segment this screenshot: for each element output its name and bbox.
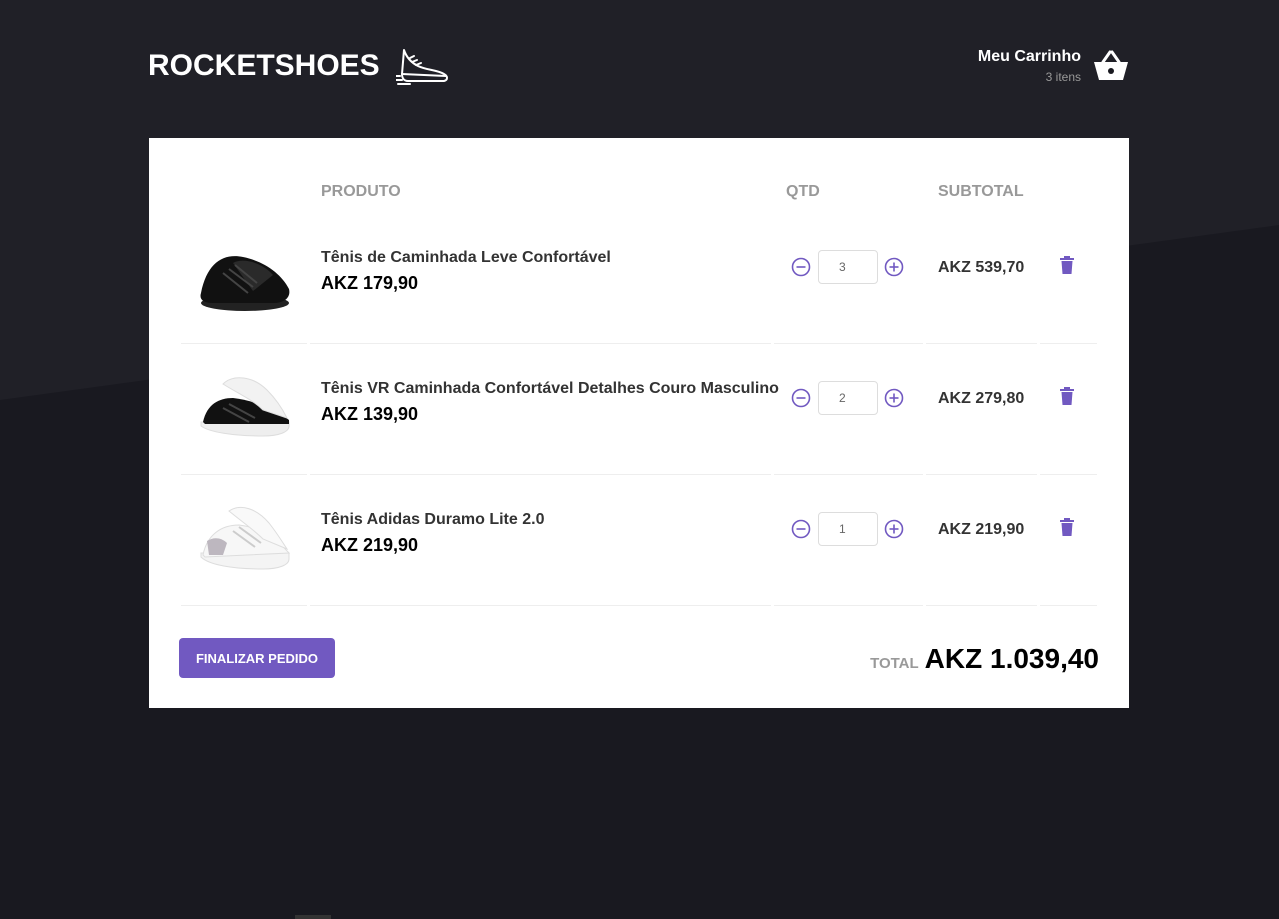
product-price: AKZ 139,90 [321, 404, 419, 424]
cart-count: 3 itens [1045, 70, 1081, 84]
quantity-input[interactable] [818, 381, 878, 415]
order-total: TOTAL AKZ 1.039,40 [870, 643, 1099, 675]
product-title: Tênis Adidas Duramo Lite 2.0 [321, 511, 545, 528]
logo[interactable]: ROCKETSHOES [148, 46, 450, 86]
cart-panel: PRODUTO QTD SUBTOTAL Tênis de Caminhada … [149, 138, 1129, 708]
increase-qty-icon[interactable] [884, 257, 904, 277]
product-price: AKZ 179,90 [321, 273, 419, 293]
cart-link[interactable]: Meu Carrinho 3 itens [978, 48, 1129, 84]
header-product: PRODUTO [321, 183, 401, 200]
header: ROCKETSHOES Meu Carrinho 3 itens [148, 40, 1129, 100]
cart-title: Meu Carrinho [977, 48, 1081, 65]
decrease-qty-icon[interactable] [791, 257, 811, 277]
total-value: AKZ 1.039,40 [924, 643, 1099, 674]
quantity-input[interactable] [818, 512, 878, 546]
delete-icon[interactable] [1059, 517, 1075, 537]
product-image [200, 256, 290, 311]
item-subtotal: AKZ 219,90 [938, 521, 1025, 538]
header-subtotal: SUBTOTAL [938, 183, 1024, 200]
product-image [200, 507, 291, 570]
scroll-indicator [295, 915, 331, 919]
basket-icon [1094, 50, 1128, 80]
increase-qty-icon[interactable] [884, 388, 904, 408]
table-row: Tênis VR Caminhada Confortável Detalhes … [181, 344, 1097, 475]
delete-icon[interactable] [1059, 386, 1075, 406]
increase-qty-icon[interactable] [884, 519, 904, 539]
product-image [200, 377, 290, 437]
table-row: Tênis Adidas Duramo Lite 2.0 AKZ 219,90 … [181, 475, 1097, 606]
header-qty: QTD [786, 183, 820, 200]
decrease-qty-icon[interactable] [791, 519, 811, 539]
table-row: Tênis de Caminhada Leve Confortável AKZ … [181, 213, 1097, 344]
item-subtotal: AKZ 539,70 [938, 259, 1025, 276]
item-subtotal: AKZ 279,80 [938, 390, 1025, 407]
quantity-input[interactable] [818, 250, 878, 284]
brand-name: ROCKETSHOES [148, 49, 380, 82]
product-title: Tênis de Caminhada Leve Confortável [321, 249, 611, 266]
product-title: Tênis VR Caminhada Confortável Detalhes … [321, 380, 779, 397]
total-label: TOTAL [870, 655, 919, 672]
delete-icon[interactable] [1059, 255, 1075, 275]
finalize-order-button[interactable]: FINALIZAR PEDIDO [179, 638, 335, 678]
product-price: AKZ 219,90 [321, 535, 419, 555]
sneaker-icon [395, 49, 448, 85]
decrease-qty-icon[interactable] [791, 388, 811, 408]
